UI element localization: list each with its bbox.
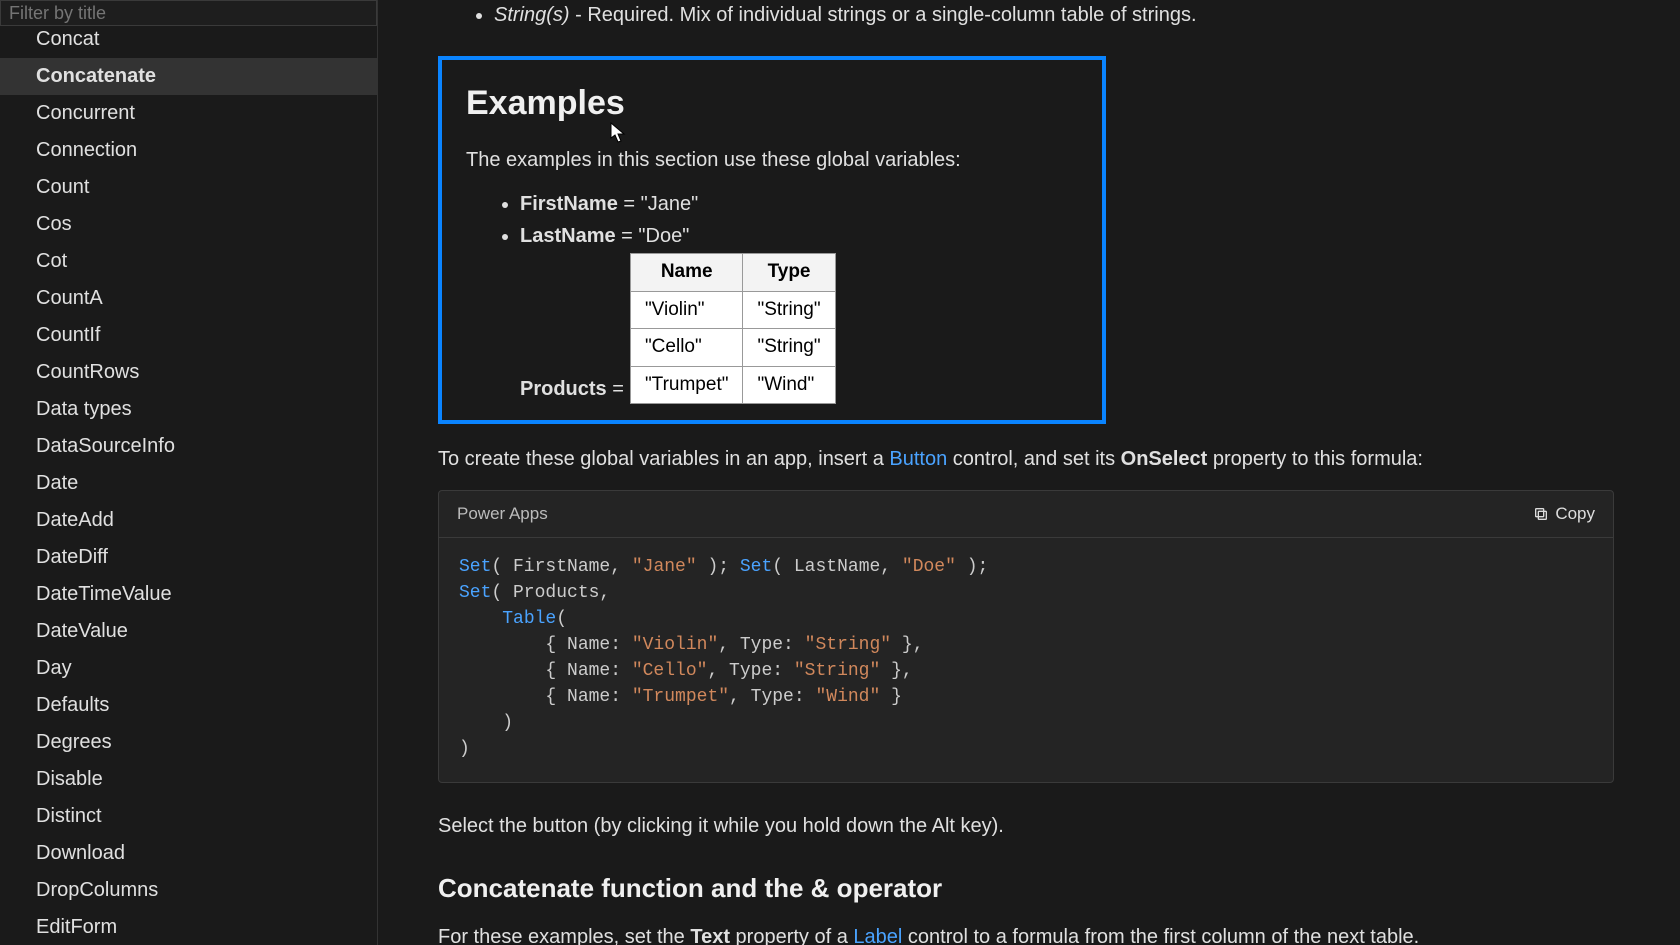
sidebar-item-counta[interactable]: CountA [0,280,377,317]
sidebar-item-editform[interactable]: EditForm [0,909,377,945]
var-key: LastName [520,225,616,247]
label-link[interactable]: Label [853,926,902,945]
sidebar-item-cos[interactable]: Cos [0,206,377,243]
code-lang: Power Apps [457,501,548,527]
cell-name: "Trumpet" [630,366,743,404]
sidebar-item-day[interactable]: Day [0,650,377,687]
sidebar-item-countif[interactable]: CountIf [0,317,377,354]
th-type: Type [743,254,835,292]
param-item: String(s) - Required. Mix of individual … [494,0,1640,30]
main-content: String(s) - Required. Mix of individual … [378,0,1680,945]
sidebar-item-data-types[interactable]: Data types [0,391,377,428]
sidebar: ConcatConcatenateConcurrentConnectionCou… [0,0,378,945]
table-row: "Cello""String" [630,329,835,367]
button-link[interactable]: Button [889,448,947,470]
sidebar-item-dropcolumns[interactable]: DropColumns [0,872,377,909]
var-products: Products = Name Type "Violin""String""Ce… [520,253,1078,404]
sidebar-item-connection[interactable]: Connection [0,132,377,169]
code-content[interactable]: Set( FirstName, "Jane" ); Set( LastName,… [439,538,1613,783]
filter-input[interactable] [0,0,377,26]
th-name: Name [630,254,743,292]
var-firstname: FirstName = "Jane" [520,189,1078,219]
nav-list[interactable]: ConcatConcatenateConcurrentConnectionCou… [0,26,377,945]
copy-icon [1533,506,1549,522]
cell-type: "String" [743,329,835,367]
var-key: FirstName [520,193,618,215]
examples-highlight: Examples The examples in this section us… [438,56,1106,424]
sidebar-item-concatenate[interactable]: Concatenate [0,58,377,95]
select-button-text: Select the button (by clicking it while … [438,811,1640,841]
var-lastname: LastName = "Doe" [520,221,1078,251]
section-2-text: For these examples, set the Text propert… [438,922,1640,945]
section-2-heading: Concatenate function and the & operator [438,869,1640,908]
param-desc: - Required. Mix of individual strings or… [570,4,1197,26]
sidebar-item-countrows[interactable]: CountRows [0,354,377,391]
sidebar-item-defaults[interactable]: Defaults [0,687,377,724]
examples-intro: The examples in this section use these g… [466,145,1078,175]
sidebar-item-datediff[interactable]: DateDiff [0,539,377,576]
table-row: "Violin""String" [630,291,835,329]
sidebar-item-cot[interactable]: Cot [0,243,377,280]
sidebar-item-degrees[interactable]: Degrees [0,724,377,761]
sidebar-item-date[interactable]: Date [0,465,377,502]
sidebar-item-distinct[interactable]: Distinct [0,798,377,835]
sidebar-item-datetimevalue[interactable]: DateTimeValue [0,576,377,613]
sidebar-item-concurrent[interactable]: Concurrent [0,95,377,132]
sidebar-item-datasourceinfo[interactable]: DataSourceInfo [0,428,377,465]
examples-heading: Examples [466,78,1078,129]
cell-name: "Cello" [630,329,743,367]
cell-type: "Wind" [743,366,835,404]
text-prop-bold: Text [690,926,730,945]
var-val: "Doe" [638,225,689,247]
param-list: String(s) - Required. Mix of individual … [438,0,1640,30]
sidebar-item-dateadd[interactable]: DateAdd [0,502,377,539]
create-vars-text: To create these global variables in an a… [438,444,1640,474]
var-list: FirstName = "Jane" LastName = "Doe" Prod… [466,189,1078,404]
products-table: Name Type "Violin""String""Cello""String… [630,253,836,404]
sidebar-item-datevalue[interactable]: DateValue [0,613,377,650]
onselect-bold: OnSelect [1121,448,1208,470]
var-key: Products [520,378,607,400]
sidebar-item-concat[interactable]: Concat [0,26,377,58]
sidebar-item-count[interactable]: Count [0,169,377,206]
table-row: "Trumpet""Wind" [630,366,835,404]
sidebar-item-download[interactable]: Download [0,835,377,872]
copy-label: Copy [1555,501,1595,527]
code-block: Power Apps Copy Set( FirstName, "Jane" )… [438,490,1614,783]
param-name: String(s) [494,4,570,26]
sidebar-item-disable[interactable]: Disable [0,761,377,798]
var-val: "Jane" [641,193,699,215]
copy-button[interactable]: Copy [1533,501,1595,527]
cell-type: "String" [743,291,835,329]
cell-name: "Violin" [630,291,743,329]
